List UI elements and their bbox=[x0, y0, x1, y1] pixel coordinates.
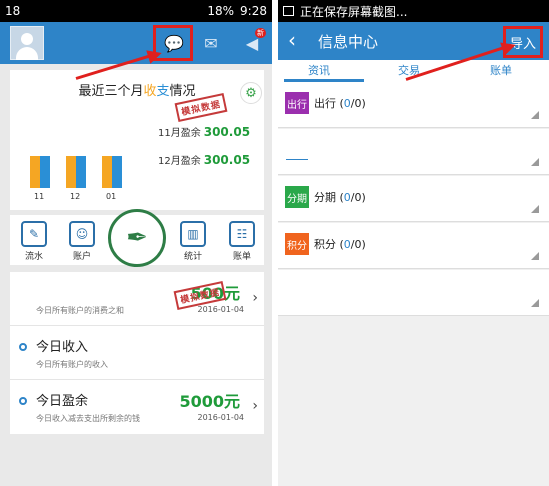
status-text: 正在保存屏幕截图... bbox=[300, 4, 408, 19]
chart-title: 最近三个月收支情况 bbox=[78, 84, 196, 99]
points-chip: 积分 bbox=[285, 233, 309, 255]
tool-bill[interactable]: ☷ 账单 bbox=[222, 221, 262, 262]
tool-label: 统计 bbox=[183, 252, 202, 262]
envelope-icon[interactable]: ✉ bbox=[197, 30, 225, 56]
message-title: 出行 (0/0) bbox=[314, 97, 366, 110]
back-chevron-icon[interactable]: ‹ bbox=[288, 28, 296, 52]
bill-icon: ☷ bbox=[229, 221, 255, 247]
tab-bill[interactable]: 账单 bbox=[490, 62, 512, 78]
message-row[interactable]: 积分 积分 (0/0) bbox=[278, 223, 549, 269]
row-title: 今日收入 bbox=[36, 340, 89, 355]
pen-note-icon: ✎ bbox=[21, 221, 47, 247]
x-tick-label: 11 bbox=[34, 192, 45, 201]
dot-icon bbox=[19, 397, 27, 405]
message-row[interactable]: 出行 出行 (0/0) bbox=[278, 82, 549, 128]
page-title: 信息中心 bbox=[318, 33, 379, 51]
row-subtitle: 今日所有账户的消费之和 bbox=[36, 306, 124, 315]
chevron-right-icon: › bbox=[252, 290, 258, 306]
message-row[interactable] bbox=[278, 129, 549, 175]
installment-chip: 分期 bbox=[285, 186, 309, 208]
gear-icon[interactable]: ⚙ bbox=[240, 82, 262, 104]
today-surplus-row[interactable]: 今日盈余 今日收入减去支出所剩余的钱 5000元 2016-01-04 › bbox=[10, 380, 264, 434]
summary-card: 今日所有账户的消费之和 500元 2016-01-04 › 模拟数据 今日收入 … bbox=[10, 272, 264, 434]
tool-label: 账户 bbox=[72, 252, 91, 262]
row-title: 今日盈余 bbox=[36, 394, 89, 409]
notify-badge: 新 bbox=[255, 28, 266, 38]
x-tick-label: 01 bbox=[106, 192, 117, 201]
notification-count: 18 bbox=[5, 4, 21, 18]
tool-stats[interactable]: ▥ 统计 bbox=[173, 221, 213, 262]
chart-bar bbox=[112, 156, 122, 188]
right-screen: 正在保存屏幕截图... ‹ 信息中心 导入 资讯 交易 账单 出行 出行 (0/… bbox=[278, 0, 549, 486]
nov-surplus: 11月盈余 300.05 bbox=[158, 125, 251, 139]
message-title: 积分 (0/0) bbox=[314, 238, 366, 251]
battery-level: 18% bbox=[207, 4, 235, 18]
expand-corner-icon bbox=[531, 299, 539, 307]
tab-bar: 资讯 交易 账单 bbox=[278, 60, 549, 82]
expand-corner-icon bbox=[531, 111, 539, 119]
x-axis: 11 12 01 bbox=[30, 192, 140, 204]
tool-account[interactable]: ☺ 账户 bbox=[62, 221, 102, 262]
message-row[interactable]: 分期 分期 (0/0) bbox=[278, 176, 549, 222]
status-bar: 18 18% 9:28 bbox=[0, 0, 272, 22]
chevron-right-icon: › bbox=[252, 398, 258, 414]
tool-label: 流水 bbox=[24, 252, 43, 262]
expand-corner-icon bbox=[531, 205, 539, 213]
dot-icon bbox=[19, 343, 27, 351]
income-chart-card[interactable]: 最近三个月收支情况 模拟数据 ⚙ 11月盈余 300.05 12月盈余 300.05… bbox=[10, 70, 264, 210]
chart-bar bbox=[76, 156, 86, 188]
tab-news[interactable]: 资讯 bbox=[308, 62, 330, 78]
tool-bar: ✎ 流水 ☺ 账户 ✒ ▥ 统计 ☷ 账单 bbox=[10, 209, 264, 267]
placeholder-line bbox=[286, 159, 308, 160]
row-date: 2016-01-04 bbox=[197, 413, 245, 422]
message-row[interactable] bbox=[278, 270, 549, 316]
chart-icon: ▥ bbox=[180, 221, 206, 247]
chart-bar bbox=[30, 156, 40, 188]
chart-bar bbox=[40, 156, 50, 188]
tool-label: 账单 bbox=[232, 252, 251, 262]
x-tick-label: 12 bbox=[70, 192, 81, 201]
chart-bar bbox=[66, 156, 76, 188]
status-bar: 正在保存屏幕截图... bbox=[278, 0, 549, 22]
bell-icon[interactable]: ◀ 新 bbox=[238, 28, 266, 56]
bar-plot bbox=[30, 156, 140, 188]
dec-surplus: 12月盈余 300.05 bbox=[158, 153, 251, 167]
clock: 9:28 bbox=[240, 4, 267, 18]
chart-bar bbox=[102, 156, 112, 188]
travel-chip: 出行 bbox=[285, 92, 309, 114]
row-value: 5000元 bbox=[179, 392, 240, 411]
message-title: 分期 (0/0) bbox=[314, 191, 366, 204]
expand-corner-icon bbox=[531, 158, 539, 166]
expand-corner-icon bbox=[531, 252, 539, 260]
row-date: 2016-01-04 bbox=[197, 305, 245, 314]
tool-flow[interactable]: ✎ 流水 bbox=[14, 221, 54, 262]
account-icon: ☺ bbox=[69, 221, 95, 247]
row-subtitle: 今日收入减去支出所剩余的钱 bbox=[36, 414, 140, 423]
today-income-row[interactable]: 今日收入 今日所有账户的收入 bbox=[10, 326, 264, 380]
today-expense-row[interactable]: 今日所有账户的消费之和 500元 2016-01-04 › 模拟数据 bbox=[10, 272, 264, 326]
left-screen: 18 18% 9:28 💬 ✉ ◀ 新 最近三个月收支情况 模拟数据 ⚙ 11月… bbox=[0, 0, 272, 486]
row-subtitle: 今日所有账户的收入 bbox=[36, 360, 108, 369]
fountain-pen-icon[interactable]: ✒ bbox=[108, 209, 166, 267]
avatar[interactable] bbox=[10, 26, 44, 60]
screenshot-icon bbox=[283, 6, 294, 16]
